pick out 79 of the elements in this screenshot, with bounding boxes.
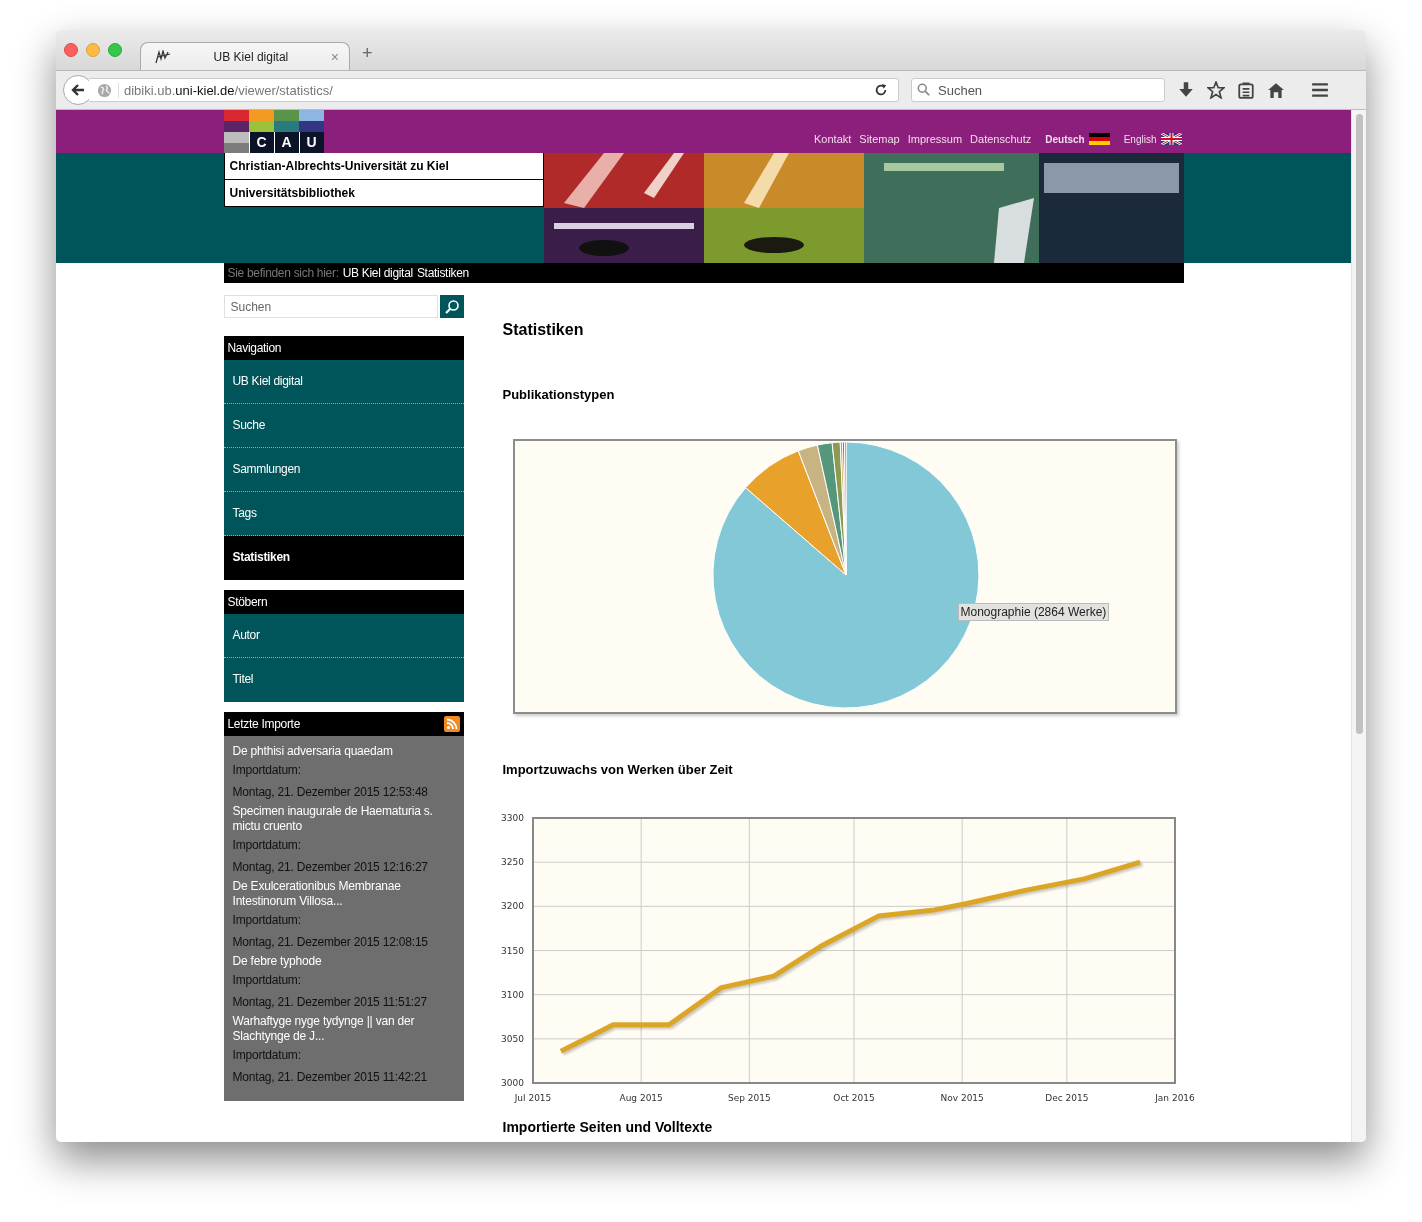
university-logo: C A U — [223, 110, 324, 153]
download-icon[interactable] — [1177, 81, 1195, 99]
breadcrumb-link[interactable]: Statistiken — [416, 266, 469, 280]
x-axis-label: Oct 2015 — [832, 1093, 875, 1103]
import-title-link[interactable]: De Exulcerationibus Membranae Intestinorum Villosa... — [232, 879, 455, 909]
header-link[interactable]: Datenschutz — [970, 133, 1032, 145]
import-title-link[interactable]: De phthisi adversaria quaedam — [232, 744, 455, 759]
import-date: Montag, 21. Dezember 2015 12:53:48 — [232, 785, 429, 800]
institution-name: Christian-Albrechts-Universität zu Kiel — [223, 153, 544, 180]
x-axis-label: Nov 2015 — [940, 1093, 984, 1103]
import-title-link[interactable]: Warhaftyge nyge tydynge || van der Slachtynge de J... — [232, 1014, 455, 1044]
globe-icon — [97, 82, 112, 98]
nav-item[interactable]: UB Kiel digital — [223, 360, 464, 404]
clipboard-icon[interactable] — [1237, 81, 1255, 99]
search-button[interactable] — [439, 295, 464, 318]
menu-icon[interactable] — [1311, 81, 1329, 99]
scribble-icon — [155, 49, 171, 64]
import-date: Montag, 21. Dezember 2015 12:08:15 — [232, 935, 429, 950]
x-axis-label: Aug 2015 — [619, 1093, 663, 1103]
header-link[interactable]: Sitemap — [859, 133, 900, 145]
nav-item[interactable]: Suche — [223, 404, 464, 448]
tab-title: UB Kiel digital — [212, 49, 290, 64]
x-axis-label: Jan 2016 — [1154, 1093, 1195, 1103]
import-date-label: Importdatum: — [232, 763, 302, 778]
x-axis-label: Dec 2015 — [1044, 1093, 1088, 1103]
language-link[interactable]: Deutsch — [1045, 133, 1110, 145]
page-title: Statistiken — [502, 321, 585, 339]
search-icon — [443, 298, 460, 315]
new-tab-button[interactable]: + — [362, 43, 373, 64]
nav-item[interactable]: Sammlungen — [223, 448, 464, 492]
import-title-link[interactable]: De febre typhode — [232, 954, 455, 969]
nav-item[interactable]: Titel — [223, 658, 464, 702]
reload-icon[interactable] — [874, 83, 888, 97]
breadcrumb-label: Sie befinden sich hier: — [227, 266, 339, 280]
language-link[interactable]: English — [1123, 133, 1182, 145]
y-axis-label: 3050 — [500, 1033, 524, 1044]
y-axis-label: 3250 — [500, 857, 524, 868]
x-axis-label: Jul 2015 — [514, 1093, 551, 1103]
section-header: Letzte Importe — [227, 716, 300, 733]
import-date: Montag, 21. Dezember 2015 12:16:27 — [232, 860, 429, 875]
section-header: Stöbern — [223, 590, 464, 614]
section-heading: Importierte Seiten und Volltexte — [502, 1119, 714, 1135]
import-date-label: Importdatum: — [232, 1048, 302, 1063]
import-title-link[interactable]: Specimen inaugurale de Haematuria s. mictu cruento — [232, 804, 455, 834]
header-link[interactable]: Impressum — [907, 133, 963, 145]
section-heading: Importzuwachs von Werken über Zeit — [502, 762, 734, 778]
import-date: Montag, 21. Dezember 2015 11:42:21 — [232, 1070, 428, 1085]
y-axis-label: 3100 — [500, 989, 524, 1000]
section-heading: Publikationstypen — [502, 387, 616, 403]
import-date: Montag, 21. Dezember 2015 11:51:27 — [232, 995, 428, 1010]
y-axis-label: 3200 — [500, 901, 524, 912]
rss-icon[interactable] — [443, 716, 460, 732]
flag-icon — [1160, 133, 1182, 145]
nav-item[interactable]: Statistiken — [223, 536, 464, 580]
browser-search-field[interactable]: Suchen — [911, 78, 1165, 102]
nav-item[interactable]: Autor — [223, 614, 464, 658]
import-date-label: Importdatum: — [232, 913, 302, 928]
y-axis-label: 3300 — [500, 813, 524, 823]
breadcrumb-link[interactable]: UB Kiel digital — [342, 266, 413, 280]
url-text: dibiki.ub.uni-kiel.de/viewer/statistics/ — [118, 82, 868, 98]
x-axis-label: Sep 2015 — [727, 1093, 771, 1103]
import-date-label: Importdatum: — [232, 838, 302, 853]
y-axis-label: 3150 — [500, 945, 524, 956]
scrollbar[interactable] — [1351, 110, 1366, 1142]
import-date-label: Importdatum: — [232, 973, 302, 988]
header-link[interactable]: Kontakt — [814, 133, 852, 145]
browser-tab[interactable]: UB Kiel digital × — [140, 42, 350, 70]
flag-icon — [1088, 133, 1110, 145]
institution-name: Universitätsbibliothek — [223, 180, 544, 207]
chart-tooltip: Monographie (2864 Werke) — [957, 603, 1110, 621]
star-icon[interactable] — [1207, 81, 1225, 99]
nav-item[interactable]: Tags — [223, 492, 464, 536]
close-window-button[interactable] — [64, 43, 78, 57]
search-field[interactable]: Suchen — [223, 295, 438, 318]
section-header: Navigation — [223, 336, 464, 360]
home-icon[interactable] — [1267, 81, 1285, 99]
address-bar[interactable]: dibiki.ub.uni-kiel.de/viewer/statistics/ — [89, 78, 899, 102]
back-arrow-icon — [70, 82, 86, 98]
y-axis-label: 3000 — [500, 1078, 524, 1088]
